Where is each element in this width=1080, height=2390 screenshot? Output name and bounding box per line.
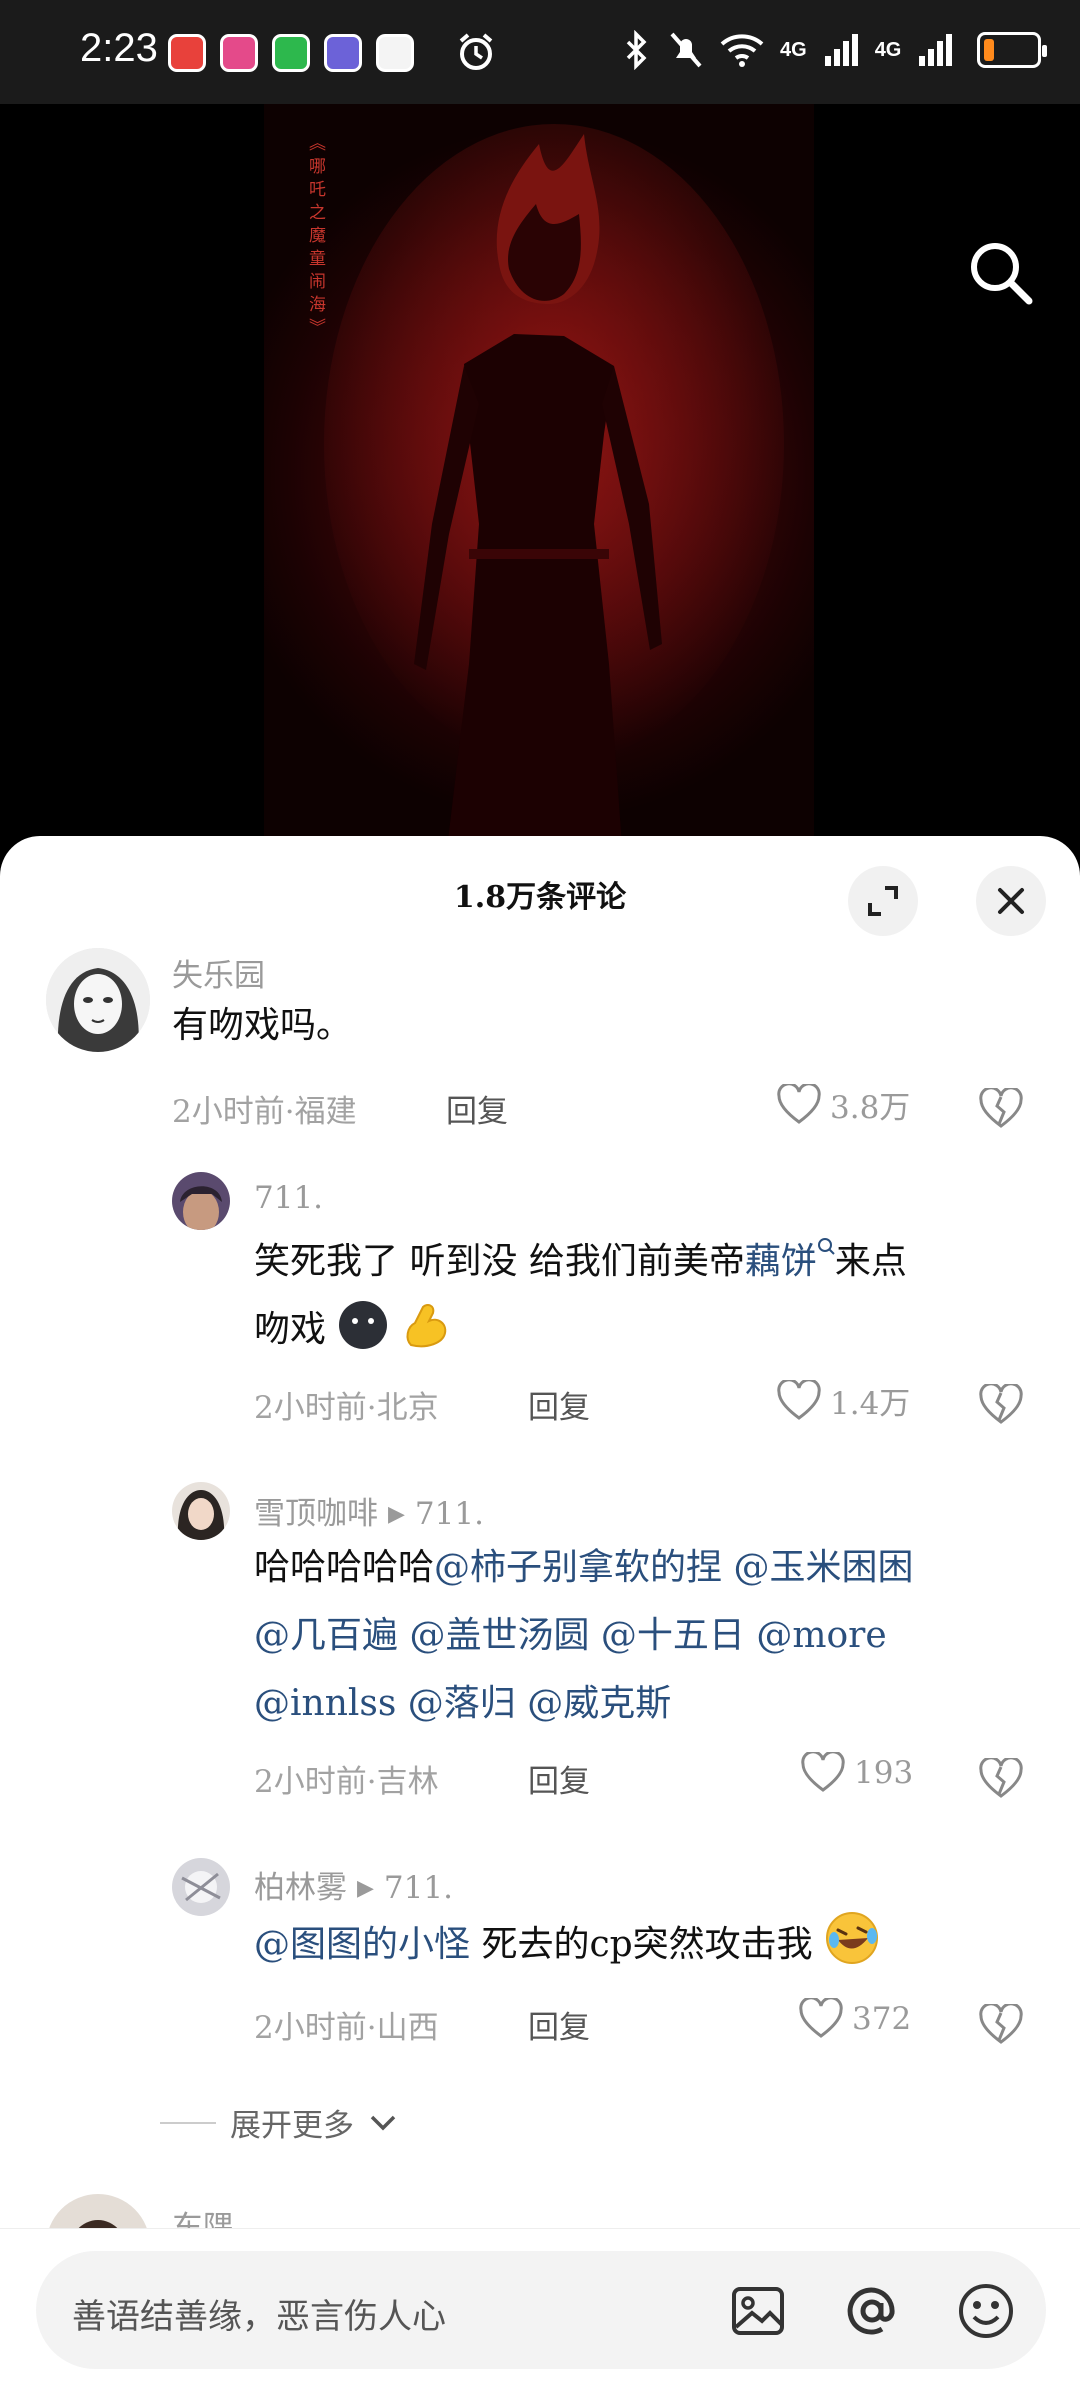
topic-link[interactable]: 藕饼: [745, 1241, 817, 1282]
reply-username: 柏林雾 ▶ 711.: [254, 1862, 453, 1907]
status-time: 2:23: [80, 26, 158, 70]
expand-icon: [868, 886, 898, 916]
comment-sheet: 1.8万条评论 失乐园 有吻戏吗。 2小时前·福建 回复 3.8万 711. 笑…: [0, 836, 1080, 2390]
mention-icon[interactable]: [842, 2281, 902, 2341]
reply-to-username[interactable]: 711.: [415, 1496, 484, 1532]
status-icons: 4G 4G: [622, 30, 1048, 70]
reply-text: @图图的小怪 死去的cp突然攻击我: [254, 1910, 1054, 1979]
mention-links[interactable]: @柿子别拿软的捏 @玉米困困: [434, 1547, 913, 1588]
like-button[interactable]: 193: [800, 1752, 913, 1794]
network-type-2: 4G: [874, 38, 902, 61]
reply-meta: 2小时前·北京: [254, 1390, 439, 1426]
reply-button[interactable]: 回复: [528, 1756, 590, 1801]
reply-arrow-icon: ▶: [357, 1876, 374, 1901]
comment-text: 有吻戏吗。: [172, 992, 352, 1060]
dislike-icon[interactable]: [978, 1088, 1024, 1130]
search-icon: [817, 1238, 835, 1255]
comment-count-title: 1.8万条评论: [453, 880, 627, 915]
reply-to-username[interactable]: 711.: [384, 1870, 453, 1906]
comment-text-body: 有吻戏吗。: [172, 1005, 353, 1046]
reply-text-line: 来点: [834, 1241, 907, 1282]
image-icon[interactable]: [728, 2281, 788, 2341]
reply-text-line: 笑死我了 听到没 给我们前美帝: [254, 1241, 745, 1282]
reply-text-line: 吻戏: [254, 1309, 327, 1350]
poster-silhouette: [324, 124, 784, 874]
battery-icon: [977, 32, 1048, 68]
reply-button[interactable]: 回复: [528, 1382, 590, 1427]
comment-input-placeholder: 善语结善缘，恶言伤人心: [72, 2297, 446, 2337]
chevron-down-icon: [370, 2115, 396, 2130]
wechat-icon: [272, 34, 310, 72]
comment-username[interactable]: 失乐园: [172, 950, 265, 995]
network-type-1: 4G: [780, 38, 807, 61]
signal-icon: [919, 34, 953, 66]
like-button[interactable]: 1.4万: [776, 1378, 910, 1423]
alarm-icon: [459, 33, 493, 70]
expand-more-label: 展开更多: [230, 2108, 354, 2144]
dark-face-emoji-icon: [339, 1301, 388, 1349]
reply-button[interactable]: 回复: [446, 1086, 508, 1131]
heart-icon: [799, 1998, 843, 2038]
dislike-icon[interactable]: [978, 1758, 1024, 1800]
reply-username-text[interactable]: 柏林雾: [254, 1870, 347, 1906]
expand-button[interactable]: [848, 866, 918, 936]
mute-icon: [670, 32, 702, 68]
status-bar: 2:23 4G 4G: [0, 0, 1080, 104]
reply-username-text[interactable]: 雪顶咖啡: [254, 1496, 378, 1532]
like-button[interactable]: 3.8万: [776, 1082, 910, 1127]
reply-button[interactable]: 回复: [528, 2002, 590, 2047]
signal-icon: [824, 34, 858, 66]
app-notification-icon: [324, 34, 362, 72]
comment-meta: 2小时前·福建: [172, 1094, 357, 1130]
heart-icon: [777, 1083, 821, 1124]
reply-arrow-icon: ▶: [388, 1502, 405, 1527]
battery-level: [984, 39, 995, 61]
wifi-icon: [720, 34, 764, 67]
avatar[interactable]: [172, 1482, 230, 1540]
qq-icon: [376, 34, 414, 72]
reply-text-line: 死去的cp突然攻击我: [470, 1924, 813, 1965]
mention-links[interactable]: @几百遍 @盖世汤圆 @十五日 @more: [254, 1602, 1054, 1670]
dislike-icon[interactable]: [978, 1384, 1024, 1426]
mention-links[interactable]: @innlss @落归 @威克斯: [254, 1670, 1054, 1738]
reply-text: 笑死我了 听到没 给我们前美帝藕饼 来点 吻戏: [254, 1228, 1034, 1364]
close-icon: [998, 888, 1024, 914]
reply-text: 哈哈哈哈哈@柿子别拿软的捏 @玉米困困 @几百遍 @盖世汤圆 @十五日 @mor…: [254, 1534, 1054, 1738]
like-button[interactable]: 372: [798, 1998, 911, 2040]
dislike-icon[interactable]: [978, 2004, 1024, 2046]
like-count: 1.4万: [830, 1386, 911, 1422]
avatar[interactable]: [46, 948, 150, 1052]
avatar[interactable]: [172, 1172, 230, 1230]
comment-input[interactable]: 善语结善缘，恶言伤人心: [36, 2251, 1046, 2369]
expand-more-button[interactable]: 展开更多: [160, 2100, 398, 2145]
comment-input-bar: 善语结善缘，恶言伤人心: [0, 2228, 1080, 2390]
heart-icon: [801, 1752, 845, 1792]
like-count: 372: [852, 2001, 912, 2037]
notification-app-icons: [168, 34, 414, 72]
search-icon[interactable]: [968, 240, 1034, 306]
mention-link[interactable]: @图图的小怪: [254, 1924, 470, 1965]
avatar[interactable]: [172, 1858, 230, 1916]
reply-text-line: 哈哈哈哈哈: [254, 1547, 435, 1588]
divider: [160, 2121, 216, 2124]
flexed-biceps-emoji-icon: [406, 1304, 447, 1348]
post-image-area[interactable]: 《哪吒之魔童闹海》: [0, 104, 1080, 874]
like-count: 3.8万: [830, 1090, 911, 1126]
close-button[interactable]: [976, 866, 1046, 936]
like-count: 193: [854, 1755, 914, 1791]
movie-poster[interactable]: 《哪吒之魔童闹海》: [264, 104, 814, 874]
reply-meta: 2小时前·山西: [254, 2010, 439, 2046]
heart-icon: [777, 1379, 821, 1420]
emoji-icon[interactable]: [956, 2281, 1016, 2341]
app-notification-icon: [220, 34, 258, 72]
reply-username[interactable]: 711.: [254, 1180, 323, 1216]
rolling-laughing-emoji-icon: [826, 1912, 879, 1964]
app-notification-icon: [168, 34, 206, 72]
reply-username: 雪顶咖啡 ▶ 711.: [254, 1488, 484, 1533]
bluetooth-icon: [626, 30, 647, 70]
reply-meta: 2小时前·吉林: [254, 1764, 439, 1800]
